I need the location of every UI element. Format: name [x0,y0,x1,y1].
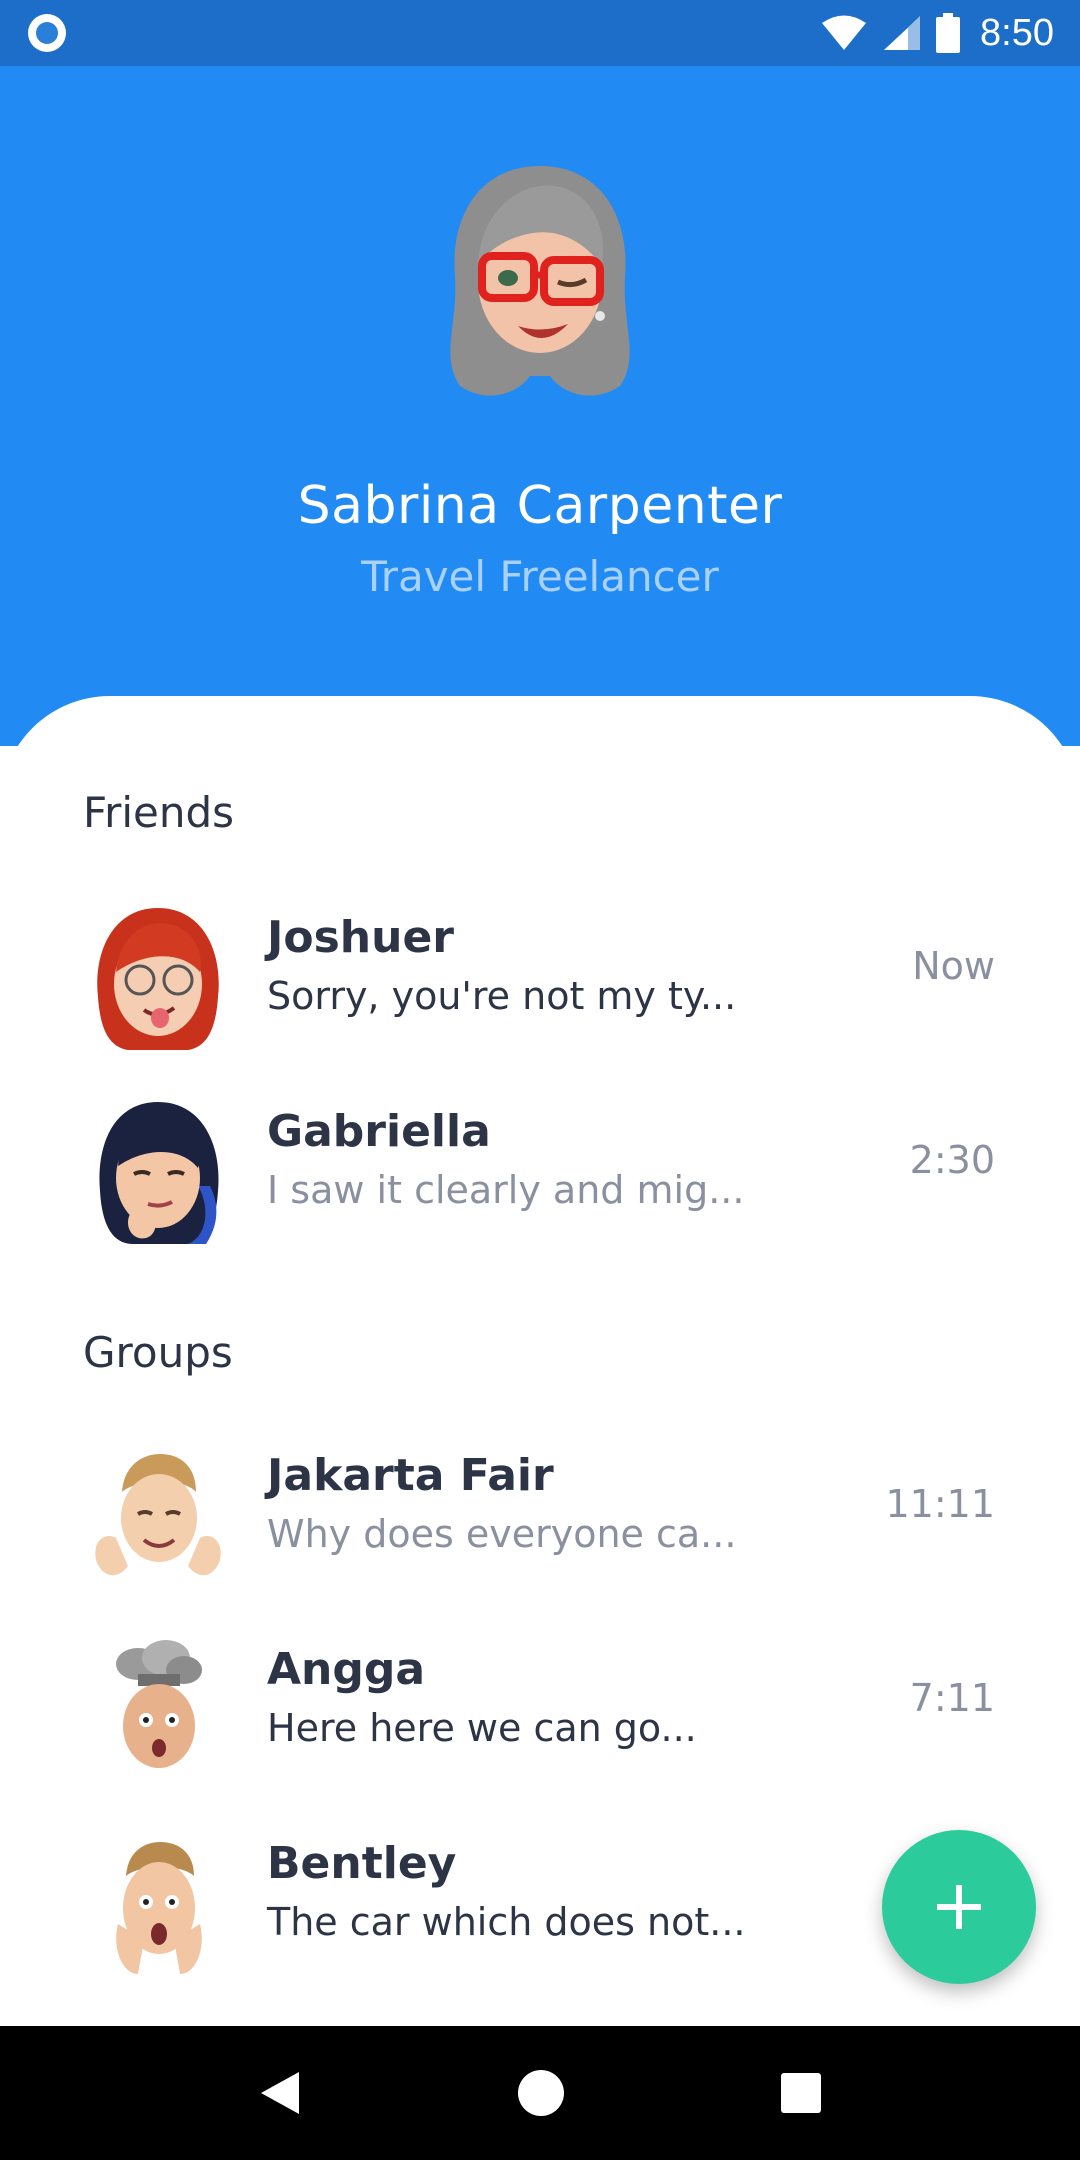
chat-preview: Why does everyone ca... [267,1512,737,1556]
avatar [95,1454,221,1576]
chat-name: Jakarta Fair [267,1450,554,1501]
system-nav-bar [0,2026,1080,2160]
chat-item-jakarta-fair[interactable]: Jakarta Fair Why does everyone ca... 11:… [0,1430,1080,1600]
profile-name: Sabrina Carpenter [297,476,783,536]
back-icon[interactable] [257,2068,303,2118]
plus-icon [937,1885,981,1929]
chat-item-gabriella[interactable]: Gabriella I saw it clearly and mig... 2:… [0,1086,1080,1256]
record-indicator-icon [28,14,66,52]
status-right: 8:50 [820,12,1054,55]
status-left [28,14,66,52]
battery-icon [936,13,961,53]
chat-item-angga[interactable]: Angga Here here we can go... 7:11 [0,1624,1080,1794]
chat-name: Gabriella [267,1106,491,1157]
groups-section-title: Groups [83,1328,233,1377]
chat-name: Joshuer [267,912,454,963]
add-chat-button[interactable] [882,1830,1036,1984]
chat-name: Angga [267,1644,426,1695]
chat-preview: I saw it clearly and mig... [267,1168,745,1212]
chat-time: 7:11 [909,1676,995,1720]
status-bar: 8:50 [0,0,1080,66]
status-time: 8:50 [980,11,1054,54]
chat-time: 11:11 [885,1482,995,1526]
avatar [116,1842,202,1974]
friends-section-title: Friends [83,788,235,837]
profile-header: Sabrina Carpenter Travel Freelancer [0,66,1080,746]
avatar [99,1102,219,1244]
chat-preview: Here here we can go... [267,1706,697,1750]
chat-preview: Sorry, you're not my ty... [267,974,737,1018]
chat-item-joshuer[interactable]: Joshuer Sorry, you're not my ty... Now [0,892,1080,1062]
avatar [97,908,219,1050]
profile-avatar[interactable] [430,156,650,406]
chat-time: 2:30 [909,1138,995,1182]
home-icon[interactable] [517,2069,565,2117]
chat-list-sheet: Friends Joshuer Sorry, you're not my ty.… [0,696,1080,2026]
chat-preview: The car which does not... [267,1900,746,1944]
chat-time: Now [912,944,995,988]
signal-icon [884,16,921,50]
profile-role: Travel Freelancer [361,552,719,601]
chat-name: Bentley [267,1838,457,1889]
wifi-icon [822,15,867,50]
avatar [116,1640,202,1768]
recents-icon[interactable] [779,2071,823,2115]
